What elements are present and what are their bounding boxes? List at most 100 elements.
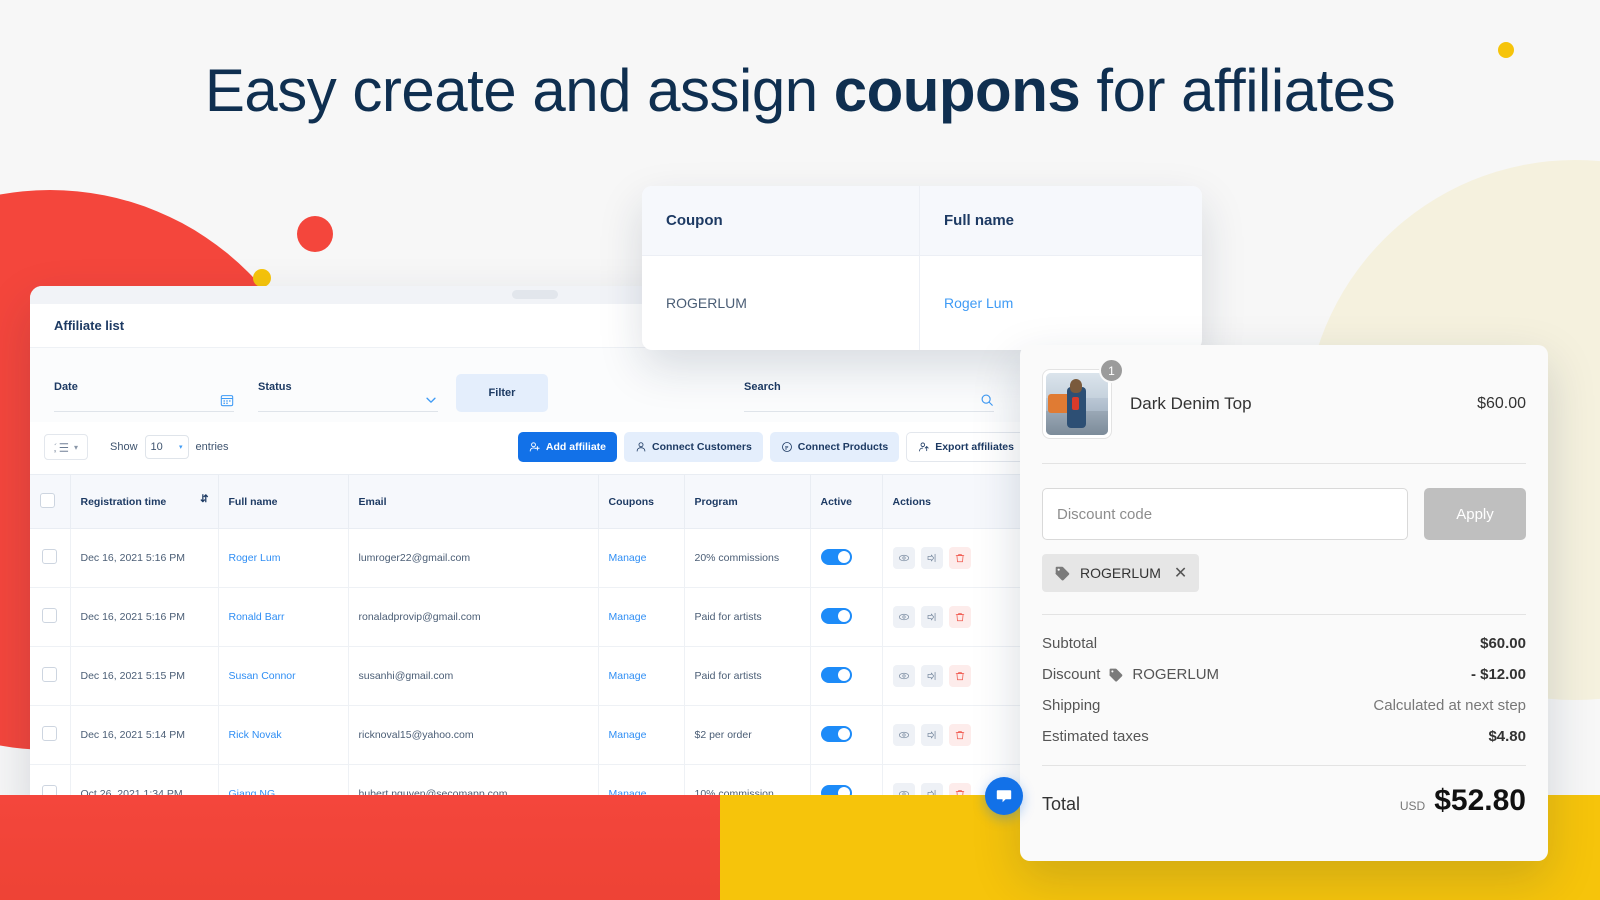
row-checkbox[interactable] xyxy=(42,608,58,623)
active-toggle[interactable] xyxy=(820,725,852,742)
cell-full-name[interactable]: Giang NG xyxy=(218,764,349,821)
column-list-icon[interactable]: ✓ x ▾ xyxy=(44,434,88,460)
manage-coupons-link[interactable]: Manage xyxy=(609,670,647,682)
cell-full-name[interactable]: Susan Connor xyxy=(218,646,349,706)
row-select-cell[interactable] xyxy=(30,705,71,765)
affiliate-list-title: Affiliate list xyxy=(54,318,125,333)
header-active[interactable]: Active xyxy=(810,474,883,529)
login-as-icon[interactable] xyxy=(920,665,943,687)
cell-coupons[interactable]: Manage xyxy=(598,528,685,588)
eye-icon[interactable] xyxy=(892,547,915,569)
select-all-checkbox[interactable] xyxy=(40,492,55,508)
chat-widget-button[interactable] xyxy=(985,777,1023,815)
trash-icon[interactable] xyxy=(948,606,971,628)
affiliate-name-link[interactable]: Ronald Barr xyxy=(229,611,285,623)
sort-icon[interactable]: ⇵ xyxy=(200,494,208,505)
manage-coupons-link[interactable]: Manage xyxy=(609,729,647,741)
summary-line-label: Subtotal xyxy=(1042,635,1097,652)
header-email[interactable]: Email xyxy=(348,474,599,529)
row-checkbox[interactable] xyxy=(42,785,58,800)
connect-products-button[interactable]: P Connect Products xyxy=(769,432,900,462)
cell-email: hubert.nguyen@secomapp.com xyxy=(348,764,599,821)
headline-pre: Easy create and assign xyxy=(204,57,834,124)
cell-coupons[interactable]: Manage xyxy=(598,587,685,647)
search-filter[interactable]: Search xyxy=(744,381,994,412)
cell-coupons[interactable]: Manage xyxy=(598,764,685,821)
apply-discount-button[interactable]: Apply xyxy=(1424,488,1526,540)
add-affiliate-button[interactable]: Add affiliate xyxy=(517,432,618,462)
row-checkbox[interactable] xyxy=(42,667,58,682)
active-toggle[interactable] xyxy=(820,784,852,801)
row-select-cell[interactable] xyxy=(30,528,71,588)
header-full-name[interactable]: Full name xyxy=(218,474,349,529)
search-icon[interactable] xyxy=(980,393,994,407)
cell-active[interactable] xyxy=(810,764,883,821)
status-filter[interactable]: Status xyxy=(258,381,438,412)
cell-registration-time: Dec 16, 2021 5:15 PM xyxy=(70,646,219,706)
eye-icon[interactable] xyxy=(892,606,915,628)
filter-button[interactable]: Filter xyxy=(456,374,548,412)
cell-full-name[interactable]: Roger Lum xyxy=(218,528,349,588)
row-select-cell[interactable] xyxy=(30,764,71,821)
affiliate-name-link[interactable]: Rick Novak xyxy=(229,729,282,741)
divider xyxy=(1042,463,1526,464)
summary-discount-code: ROGERLUM xyxy=(1132,666,1220,683)
cell-active[interactable] xyxy=(810,646,883,706)
svg-text:x: x xyxy=(54,448,57,453)
order-total-row: Total USD $52.80 xyxy=(1042,765,1526,818)
header-registration-time-label: Registration time xyxy=(80,495,167,508)
manage-coupons-link[interactable]: Manage xyxy=(609,788,647,800)
login-as-icon[interactable] xyxy=(920,606,943,628)
summary-line: Discount ROGERLUM - $12.00 xyxy=(1042,666,1526,683)
active-toggle[interactable] xyxy=(820,607,852,624)
discount-code-input[interactable]: Discount code xyxy=(1042,488,1408,540)
connect-customers-button[interactable]: Connect Customers xyxy=(624,432,763,462)
trash-icon[interactable] xyxy=(948,547,971,569)
row-select-cell[interactable] xyxy=(30,587,71,647)
row-checkbox[interactable] xyxy=(42,726,58,741)
affiliate-name-link[interactable]: Giang NG xyxy=(229,788,276,800)
eye-icon[interactable] xyxy=(892,665,915,687)
manage-coupons-link[interactable]: Manage xyxy=(609,552,647,564)
table-row: Dec 16, 2021 5:15 PM Susan Connor susanhi@… xyxy=(30,646,1040,706)
header-registration-time[interactable]: Registration time ⇵ xyxy=(70,474,219,529)
header-coupons[interactable]: Coupons xyxy=(598,474,685,529)
summary-line-value: Calculated at next step xyxy=(1373,697,1526,714)
eye-icon[interactable] xyxy=(892,724,915,746)
cell-full-name[interactable]: Rick Novak xyxy=(218,705,349,765)
close-icon[interactable]: ✕ xyxy=(1174,563,1187,583)
cell-active[interactable] xyxy=(810,705,883,765)
row-checkbox[interactable] xyxy=(42,549,58,564)
cell-active[interactable] xyxy=(810,528,883,588)
trash-icon[interactable] xyxy=(948,783,971,805)
login-as-icon[interactable] xyxy=(920,547,943,569)
cell-coupons[interactable]: Manage xyxy=(598,705,685,765)
entries-value: 10 xyxy=(150,441,163,453)
eye-icon[interactable] xyxy=(892,783,915,805)
status-filter-label: Status xyxy=(258,381,292,393)
login-as-icon[interactable] xyxy=(920,783,943,805)
row-select-cell[interactable] xyxy=(30,646,71,706)
login-as-icon[interactable] xyxy=(920,724,943,746)
active-toggle[interactable] xyxy=(820,548,852,565)
summary-line-value: $4.80 xyxy=(1488,728,1526,745)
affiliate-name-link[interactable]: Susan Connor xyxy=(229,670,296,682)
trash-icon[interactable] xyxy=(948,724,971,746)
coupon-affiliate-name[interactable]: Roger Lum xyxy=(920,256,1202,350)
manage-coupons-link[interactable]: Manage xyxy=(609,611,647,623)
cell-full-name[interactable]: Ronald Barr xyxy=(218,587,349,647)
calendar-icon[interactable] xyxy=(220,393,234,407)
trash-icon[interactable] xyxy=(948,665,971,687)
status-filter-line xyxy=(258,411,438,412)
header-program[interactable]: Program xyxy=(684,474,811,529)
entries-select[interactable]: 10 ▾ xyxy=(144,435,189,459)
cell-coupons[interactable]: Manage xyxy=(598,646,685,706)
chevron-down-icon[interactable] xyxy=(424,393,438,407)
header-select-all[interactable] xyxy=(30,474,71,529)
date-filter[interactable]: Date xyxy=(54,381,234,412)
affiliate-list-window: Affiliate list Date Status Filter Search… xyxy=(30,286,1040,821)
cell-active[interactable] xyxy=(810,587,883,647)
affiliate-name-link[interactable]: Roger Lum xyxy=(229,552,281,564)
active-toggle[interactable] xyxy=(820,666,852,683)
export-affiliates-button[interactable]: Export affiliates xyxy=(906,432,1026,462)
